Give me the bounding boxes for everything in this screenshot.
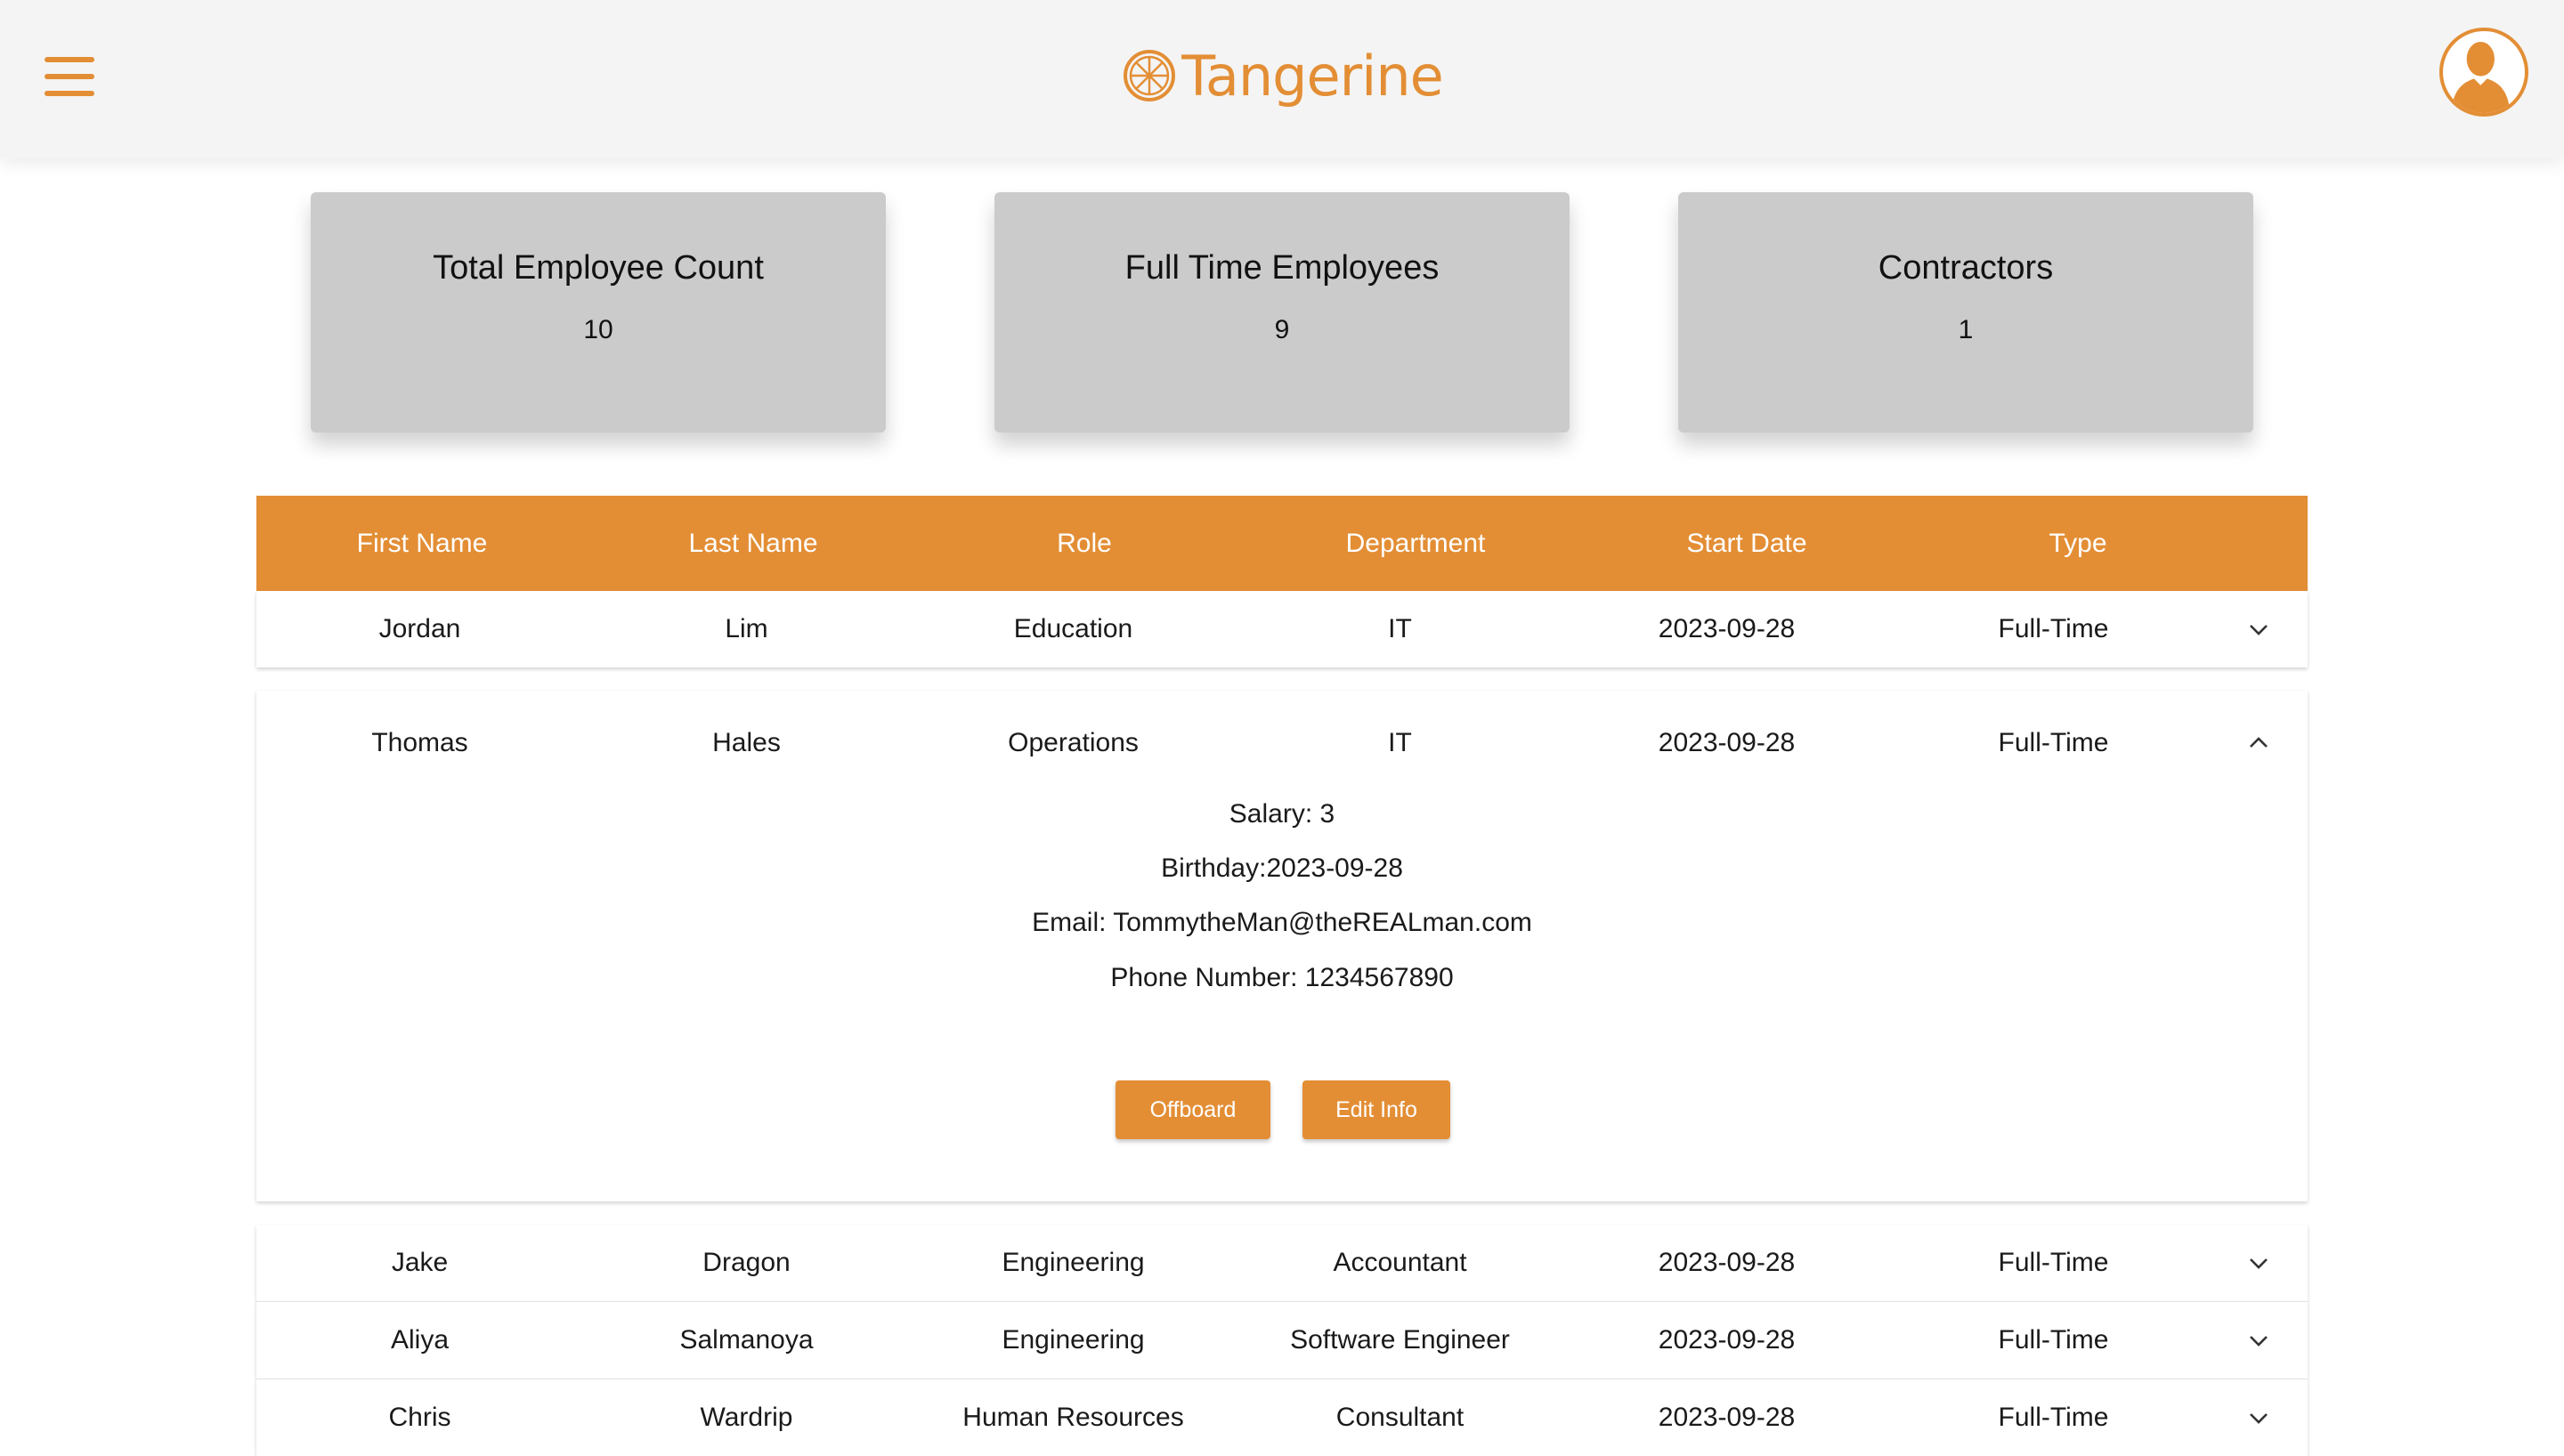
cell-start-date: 2023-09-28 <box>1658 728 1796 757</box>
detail-phone: Phone Number: 1234567890 <box>1110 963 1454 992</box>
table-row[interactable]: Chris Wardrip Human Resources Consultant… <box>256 1379 2308 1456</box>
column-header-last-name[interactable]: Last Name <box>588 529 919 559</box>
person-silhouette-icon <box>2451 41 2511 113</box>
chevron-down-icon[interactable] <box>2247 618 2270 641</box>
cell-last-name: Lim <box>725 614 768 643</box>
brand-name: Tangerine <box>1181 43 1444 109</box>
cell-first-name: Chris <box>388 1403 451 1432</box>
cell-department: IT <box>1388 614 1412 643</box>
detail-salary: Salary: 3 <box>1229 799 1335 829</box>
cell-department: Consultant <box>1335 1403 1465 1432</box>
chevron-down-icon[interactable] <box>2247 1329 2270 1352</box>
cell-type: Full-Time <box>1998 1403 2109 1432</box>
cell-first-name: Aliya <box>390 1325 450 1355</box>
cell-start-date: 2023-09-28 <box>1658 1248 1796 1277</box>
cell-department: Software Engineer <box>1290 1325 1510 1355</box>
detail-email: Email: TommytheMan@theREALman.com <box>1032 908 1532 937</box>
hamburger-menu-icon[interactable] <box>45 57 94 96</box>
stat-card-contractors: Contractors 1 <box>1678 192 2253 433</box>
column-header-department[interactable]: Department <box>1250 529 1581 559</box>
chevron-down-icon[interactable] <box>2247 1406 2270 1429</box>
cell-role: Education <box>1013 614 1133 643</box>
cell-role: Engineering <box>1002 1325 1145 1355</box>
stat-card-full-time: Full Time Employees 9 <box>994 192 1570 433</box>
employee-details-panel: Salary: 3 Birthday:2023-09-28 Email: Tom… <box>256 796 2308 1201</box>
cell-last-name: Wardrip <box>700 1403 793 1432</box>
cell-last-name: Hales <box>712 728 781 757</box>
cell-type: Full-Time <box>1998 728 2109 757</box>
column-header-type[interactable]: Type <box>1912 529 2244 559</box>
table-row[interactable]: Jake Dragon Engineering Accountant 2023-… <box>256 1225 2308 1301</box>
stat-value: 1 <box>1958 315 1974 344</box>
cell-first-name: Jordan <box>378 614 461 643</box>
column-header-first-name[interactable]: First Name <box>256 529 588 559</box>
cell-role: Human Resources <box>962 1403 1184 1432</box>
stat-title: Total Employee Count <box>433 249 764 287</box>
column-header-role[interactable]: Role <box>919 529 1250 559</box>
stat-value: 9 <box>1274 315 1290 344</box>
chevron-up-icon[interactable] <box>2247 732 2270 755</box>
stat-value: 10 <box>583 315 613 344</box>
cell-first-name: Thomas <box>371 728 468 757</box>
edit-info-button[interactable]: Edit Info <box>1302 1080 1450 1139</box>
cell-last-name: Dragon <box>702 1248 791 1277</box>
offboard-button[interactable]: Offboard <box>1116 1080 1270 1139</box>
table-row[interactable]: Aliya Salmanoya Engineering Software Eng… <box>256 1301 2308 1379</box>
cell-role: Engineering <box>1002 1248 1145 1277</box>
cell-start-date: 2023-09-28 <box>1658 1403 1796 1432</box>
cell-start-date: 2023-09-28 <box>1658 614 1796 643</box>
stats-cards: Total Employee Count 10 Full Time Employ… <box>311 192 2255 433</box>
cell-department: IT <box>1388 728 1412 757</box>
cell-role: Operations <box>1008 728 1139 757</box>
table-row[interactable]: Jordan Lim Education IT 2023-09-28 Full-… <box>256 591 2308 667</box>
stat-title: Full Time Employees <box>1124 249 1440 287</box>
cell-last-name: Salmanoya <box>679 1325 814 1355</box>
table-header: First Name Last Name Role Department Sta… <box>256 496 2308 591</box>
column-header-start-date[interactable]: Start Date <box>1581 529 1912 559</box>
stat-card-total: Total Employee Count 10 <box>311 192 886 433</box>
chevron-down-icon[interactable] <box>2247 1251 2270 1274</box>
cell-type: Full-Time <box>1998 1325 2109 1355</box>
cell-type: Full-Time <box>1998 614 2109 643</box>
cell-department: Accountant <box>1333 1248 1467 1277</box>
employee-table: First Name Last Name Role Department Sta… <box>256 496 2308 1456</box>
cell-start-date: 2023-09-28 <box>1658 1325 1796 1355</box>
user-avatar-icon[interactable] <box>2439 28 2528 117</box>
cell-first-name: Jake <box>391 1248 449 1277</box>
detail-birthday: Birthday:2023-09-28 <box>1161 853 1403 883</box>
details-actions: Offboard Edit Info <box>256 1080 2308 1139</box>
cell-type: Full-Time <box>1998 1248 2109 1277</box>
stat-title: Contractors <box>1878 249 2054 287</box>
brand-logo[interactable]: Tangerine <box>1104 36 1460 116</box>
table-row-expanded[interactable]: Thomas Hales Operations IT 2023-09-28 Fu… <box>256 691 2308 1201</box>
tangerine-slice-icon <box>1124 50 1176 101</box>
top-app-bar: Tangerine <box>0 0 2564 158</box>
